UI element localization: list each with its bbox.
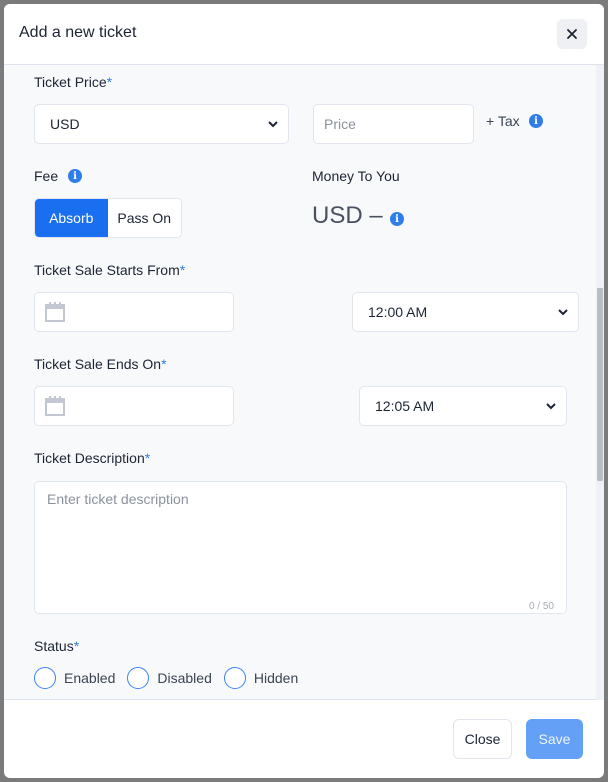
- description-textarea[interactable]: Enter ticket description 0 / 50: [34, 481, 567, 614]
- ticket-price-label: Ticket Price*: [34, 74, 112, 90]
- scrollbar-thumb[interactable]: [597, 288, 603, 481]
- sale-start-date-input[interactable]: [34, 292, 234, 332]
- modal-body: Ticket Price* USD Price + Tax i Fee i Ab…: [4, 65, 604, 700]
- price-input[interactable]: Price: [313, 104, 474, 144]
- description-placeholder: Enter ticket description: [47, 491, 189, 507]
- required-mark: *: [179, 262, 186, 278]
- status-label: Status*: [34, 638, 79, 654]
- sale-end-label: Ticket Sale Ends On*: [34, 356, 167, 372]
- chevron-down-icon: [558, 308, 568, 315]
- required-mark: *: [144, 450, 151, 466]
- money-to-you-value: USD –: [312, 202, 383, 229]
- currency-select-value: USD: [50, 116, 80, 132]
- fee-toggle-group: Absorb Pass On: [34, 198, 182, 238]
- add-ticket-modal: Add a new ticket Ticket Price* USD Price…: [4, 4, 604, 778]
- sale-end-time-select[interactable]: 12:05 AM: [359, 386, 567, 426]
- currency-select[interactable]: USD: [34, 104, 289, 144]
- modal-close-button[interactable]: [557, 19, 587, 49]
- status-radio-enabled[interactable]: Enabled: [34, 667, 127, 689]
- radio-circle[interactable]: [127, 667, 150, 689]
- save-button[interactable]: Save: [526, 719, 583, 759]
- sale-end-date-input[interactable]: [34, 386, 234, 426]
- radio-label: Enabled: [64, 670, 116, 686]
- modal-header: Add a new ticket: [4, 4, 604, 65]
- fee-absorb-button[interactable]: Absorb: [35, 199, 108, 237]
- sale-start-time-value: 12:00 AM: [368, 304, 428, 320]
- close-button[interactable]: Close: [453, 719, 512, 759]
- money-to-you-label: Money To You: [312, 168, 400, 184]
- status-label-text: Status: [34, 638, 74, 654]
- price-placeholder: Price: [324, 116, 356, 132]
- tax-info-icon[interactable]: i: [529, 114, 543, 128]
- sale-start-label: Ticket Sale Starts From*: [34, 262, 185, 278]
- required-mark: *: [106, 74, 113, 90]
- calendar-icon: [45, 396, 65, 416]
- status-radio-group: Enabled Disabled Hidden: [34, 667, 310, 689]
- modal-title: Add a new ticket: [19, 24, 137, 41]
- close-icon: [567, 29, 577, 39]
- chevron-down-icon: [546, 402, 556, 409]
- sale-start-time-select[interactable]: 12:00 AM: [352, 292, 579, 332]
- description-label-text: Ticket Description: [34, 450, 145, 466]
- status-radio-disabled[interactable]: Disabled: [127, 667, 223, 689]
- status-radio-hidden[interactable]: Hidden: [223, 667, 310, 689]
- required-mark: *: [161, 356, 167, 372]
- sale-start-label-text: Ticket Sale Starts From: [34, 262, 180, 278]
- radio-label: Disabled: [157, 670, 212, 686]
- radio-circle[interactable]: [34, 667, 56, 689]
- required-mark: *: [73, 638, 80, 654]
- ticket-price-label-text: Ticket Price: [34, 74, 107, 90]
- calendar-icon: [45, 302, 65, 322]
- chevron-down-icon: [268, 120, 278, 127]
- fee-info-icon[interactable]: i: [68, 169, 82, 183]
- description-label: Ticket Description*: [34, 450, 150, 466]
- fee-label: Fee: [34, 168, 59, 184]
- sale-end-label-text: Ticket Sale Ends On: [34, 356, 162, 372]
- radio-circle[interactable]: [223, 667, 246, 689]
- tax-label: + Tax: [486, 113, 520, 129]
- radio-label: Hidden: [253, 670, 299, 686]
- money-info-icon[interactable]: i: [390, 212, 404, 226]
- character-counter: 0 / 50: [528, 601, 554, 612]
- sale-end-time-value: 12:05 AM: [375, 398, 435, 414]
- fee-pass-on-button[interactable]: Pass On: [107, 199, 181, 237]
